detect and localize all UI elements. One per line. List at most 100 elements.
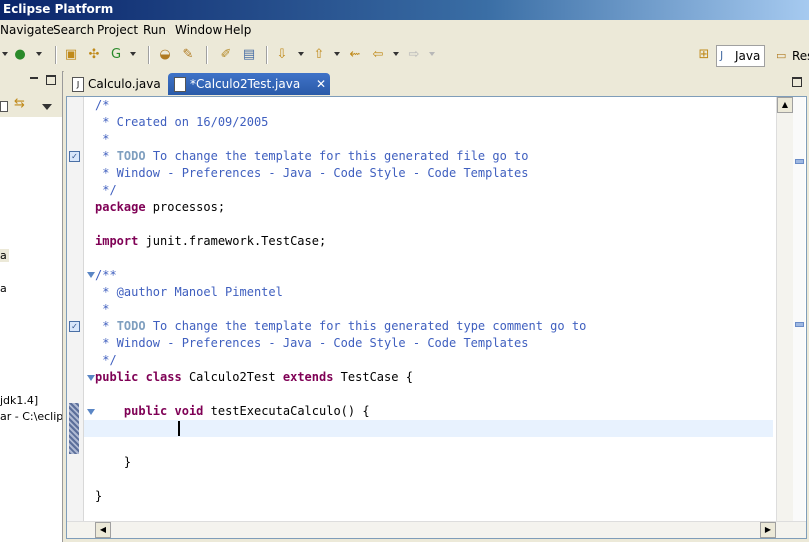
horizontal-scrollbar[interactable]: ◀ ▶: [67, 521, 806, 538]
new-package-icon[interactable]: ✣: [86, 47, 102, 63]
scroll-up-button[interactable]: ▲: [777, 97, 793, 113]
chevron-down-icon[interactable]: [429, 52, 435, 56]
code-text-area[interactable]: /* * Created on 16/09/2005 * * TODO To c…: [84, 97, 773, 521]
code-token: * Window - Preferences - Java - Code Sty…: [95, 166, 529, 180]
chevron-down-icon[interactable]: [298, 52, 304, 56]
code-token: /**: [95, 268, 117, 282]
open-type-icon[interactable]: ◒: [157, 47, 173, 63]
code-token: *: [95, 319, 117, 333]
fold-icon[interactable]: [87, 409, 95, 415]
chevron-down-icon[interactable]: [130, 52, 136, 56]
menu-search[interactable]: Search: [53, 23, 94, 37]
back-icon[interactable]: ⇦: [370, 47, 386, 63]
show-whitespace-icon[interactable]: ▤: [241, 47, 257, 63]
scroll-left-button[interactable]: ◀: [95, 522, 111, 538]
java-file-icon: J: [174, 77, 186, 92]
tree-item[interactable]: ar - C:\eclips: [0, 410, 62, 423]
scroll-right-button[interactable]: ▶: [760, 522, 776, 538]
code-token: Calculo2Test: [181, 370, 283, 384]
code-line[interactable]: * Window - Preferences - Java - Code Sty…: [95, 335, 528, 352]
code-editor[interactable]: ✓ ✓ /* * Created on 16/09/2005 * * TODO …: [66, 96, 807, 539]
new-project-icon[interactable]: ▣: [63, 47, 79, 63]
current-line-highlight: [84, 420, 773, 437]
code-token: TODO: [116, 319, 146, 333]
fold-icon[interactable]: [87, 272, 95, 278]
code-line[interactable]: import junit.framework.TestCase;: [95, 233, 326, 250]
code-token: */: [95, 183, 117, 197]
code-line[interactable]: * TODO To change the template for this g…: [95, 318, 586, 335]
view-menu-icon[interactable]: [42, 104, 52, 110]
menu-window[interactable]: Window: [175, 23, 222, 37]
tree-item[interactable]: a: [0, 249, 9, 262]
annotation-ruler[interactable]: ✓ ✓: [67, 97, 84, 521]
tab-calculo2test-java[interactable]: J *Calculo2Test.java ✕: [168, 73, 330, 95]
perspective-java[interactable]: J Java: [716, 45, 766, 67]
code-line[interactable]: */: [95, 352, 116, 369]
menu-run[interactable]: Run: [143, 23, 166, 37]
code-line[interactable]: public void testExecutaCalculo() {: [95, 403, 370, 420]
overview-ruler[interactable]: [793, 97, 805, 521]
perspective-resource-label: Res: [792, 49, 809, 63]
close-icon[interactable]: ✕: [316, 73, 326, 95]
open-perspective-icon[interactable]: ⊞: [696, 47, 712, 63]
link-with-editor-icon[interactable]: ⇆: [14, 96, 25, 111]
code-line[interactable]: }: [95, 488, 102, 505]
task-marker-icon[interactable]: ✓: [69, 321, 80, 332]
panel-toolbar: ⇆: [0, 93, 62, 117]
code-line[interactable]: * @author Manoel Pimentel: [95, 284, 283, 301]
code-line[interactable]: /*: [95, 97, 109, 114]
code-line[interactable]: */: [95, 182, 117, 199]
forward-icon[interactable]: ⇨: [406, 47, 422, 63]
text-caret: [178, 421, 180, 436]
tab-calculo-java[interactable]: J Calculo.java: [66, 73, 172, 95]
chevron-down-icon[interactable]: [36, 52, 42, 56]
menu-help[interactable]: Help: [224, 23, 251, 37]
resource-perspective-icon: ▭: [776, 49, 787, 62]
open-resource-icon[interactable]: ✎: [180, 47, 196, 63]
debug-icon[interactable]: ●: [12, 47, 28, 63]
maximize-icon[interactable]: [792, 77, 802, 87]
task-marker-icon[interactable]: ✓: [69, 151, 80, 162]
tree-item[interactable]: a: [0, 282, 7, 295]
code-line[interactable]: public class Calculo2Test extends TestCa…: [95, 369, 413, 386]
chevron-down-icon[interactable]: [334, 52, 340, 56]
code-line[interactable]: * Window - Preferences - Java - Code Sty…: [95, 165, 528, 182]
new-class-icon[interactable]: G: [108, 47, 124, 63]
menu-project[interactable]: Project: [97, 23, 138, 37]
code-line[interactable]: *: [95, 131, 109, 148]
code-line[interactable]: *: [95, 301, 109, 318]
code-line[interactable]: * TODO To change the template for this g…: [95, 148, 529, 165]
code-token: To change the template for this generate…: [145, 149, 529, 163]
task-overview-mark[interactable]: [795, 159, 804, 164]
code-token: import: [95, 234, 139, 248]
code-token: testExecutaCalculo() {: [203, 404, 370, 418]
code-token: *: [95, 149, 117, 163]
chevron-down-icon[interactable]: [2, 52, 8, 56]
code-line[interactable]: package processos;: [95, 199, 225, 216]
code-line[interactable]: * Created on 16/09/2005: [95, 114, 268, 131]
collapse-all-icon[interactable]: [0, 101, 8, 112]
minimize-icon[interactable]: [30, 75, 38, 79]
code-token: }: [95, 489, 103, 503]
code-line[interactable]: /**: [95, 267, 117, 284]
last-edit-icon[interactable]: ⇜: [347, 47, 363, 63]
next-annotation-icon[interactable]: ⇩: [274, 47, 290, 63]
fold-icon[interactable]: [87, 375, 95, 381]
highlight-icon[interactable]: ✐: [218, 47, 234, 63]
task-overview-mark[interactable]: [795, 322, 804, 327]
toolbar-separator: [148, 46, 150, 64]
perspective-resource[interactable]: ▭ Res: [774, 46, 809, 66]
menu-navigate[interactable]: Navigate: [0, 23, 54, 37]
vertical-scrollbar[interactable]: ▲: [776, 97, 793, 521]
perspective-java-label: Java: [735, 49, 761, 63]
tab-label: *Calculo2Test.java: [190, 77, 301, 91]
chevron-down-icon[interactable]: [393, 52, 399, 56]
code-token: *: [95, 132, 110, 146]
code-line[interactable]: }: [95, 454, 131, 471]
maximize-icon[interactable]: [46, 75, 56, 85]
tree-item[interactable]: jdk1.4]: [0, 394, 38, 407]
menu-bar: Navigate Search Project Run Window Help: [0, 20, 809, 40]
previous-annotation-icon[interactable]: ⇧: [311, 47, 327, 63]
code-token: class: [145, 370, 182, 384]
